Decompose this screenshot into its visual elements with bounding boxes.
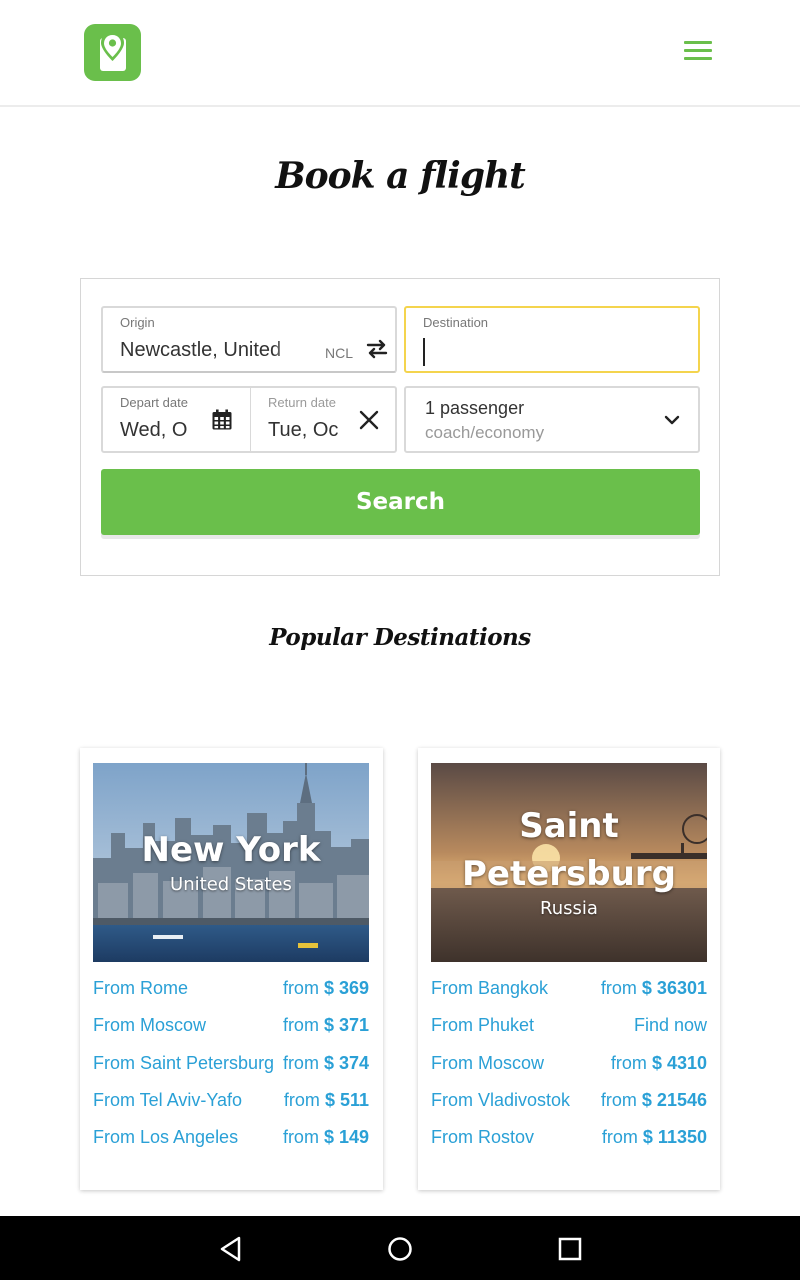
close-icon[interactable]	[358, 409, 380, 431]
route-origin[interactable]: From Vladivostok	[431, 1090, 611, 1111]
route-price[interactable]: Find now	[627, 1015, 707, 1037]
calendar-icon[interactable]	[211, 409, 233, 431]
back-icon[interactable]	[216, 1234, 246, 1264]
route-price[interactable]: from $ 371	[276, 1015, 369, 1037]
passengers-select[interactable]: 1 passenger coach/economy	[404, 386, 700, 453]
cabin-class: coach/economy	[425, 423, 545, 442]
depart-date-label: Depart date	[120, 395, 188, 410]
route-origin[interactable]: From Tel Aviv-Yafo	[93, 1090, 273, 1111]
route-price[interactable]: from $ 21546	[594, 1089, 707, 1111]
system-navigation-bar	[0, 1216, 800, 1280]
page-title: Book a flight	[275, 155, 526, 197]
route-origin[interactable]: From Saint Petersburg	[93, 1053, 273, 1074]
destination-city: New York	[141, 830, 321, 870]
depart-date-value[interactable]: Wed, O	[120, 419, 194, 442]
origin-label: Origin	[120, 315, 155, 330]
destination-field[interactable]: Destination	[404, 306, 700, 373]
route-item[interactable]: From Moscow from $ 371	[93, 1015, 369, 1052]
route-item[interactable]: From Moscow from $ 4310	[431, 1052, 707, 1090]
route-price[interactable]: from $ 11350	[595, 1127, 707, 1149]
header	[0, 0, 800, 107]
return-date-label: Return date	[268, 395, 336, 410]
passenger-count: 1 passenger	[425, 398, 525, 418]
route-price[interactable]: from $ 36301	[594, 978, 707, 999]
popular-destinations-title: Popular Destinations	[269, 624, 531, 651]
destination-label: Destination	[423, 315, 489, 330]
destination-photo-saint-petersburg: Saint Petersburg Russia	[431, 763, 707, 962]
return-date-value[interactable]: Tue, Oc	[268, 419, 344, 442]
text-cursor	[423, 338, 425, 366]
return-date-field[interactable]: Return date Tue, Oc	[250, 386, 397, 453]
destination-country: Russia	[540, 898, 598, 919]
chevron-down-icon	[664, 415, 680, 425]
route-origin[interactable]: From Bangkok	[431, 978, 611, 999]
route-price[interactable]: from $ 374	[276, 1052, 369, 1074]
page: Book a flight Origin Newcastle, United N…	[0, 0, 800, 1280]
route-price[interactable]: from $ 149	[276, 1127, 369, 1149]
route-origin[interactable]: From Moscow	[431, 1053, 611, 1074]
hamburger-menu-icon[interactable]	[684, 41, 714, 63]
destination-photo-new-york: New York United States	[93, 763, 369, 962]
route-price[interactable]: from $ 511	[277, 1089, 369, 1111]
route-price[interactable]: from $ 369	[276, 978, 369, 999]
route-list: From Rome from $ 369 From Moscow from $ …	[93, 978, 369, 1164]
route-item[interactable]: From Los Angeles from $ 149	[93, 1127, 369, 1164]
route-origin[interactable]: From Moscow	[93, 1015, 273, 1036]
route-item[interactable]: From Saint Petersburg from $ 374	[93, 1052, 369, 1090]
route-origin[interactable]: From Rome	[93, 978, 273, 999]
route-item[interactable]: From Rome from $ 369	[93, 978, 369, 1015]
route-price[interactable]: from $ 4310	[604, 1052, 707, 1074]
logo[interactable]	[84, 24, 141, 81]
destination-country: United States	[170, 874, 292, 895]
depart-date-field[interactable]: Depart date Wed, O	[101, 386, 251, 453]
route-list: From Bangkok from $ 36301 From Phuket Fi…	[431, 978, 707, 1164]
origin-field[interactable]: Origin Newcastle, United NCL	[101, 306, 397, 373]
route-item[interactable]: From Vladivostok from $ 21546	[431, 1089, 707, 1127]
route-item[interactable]: From Phuket Find now	[431, 1015, 707, 1052]
swap-arrows-icon[interactable]	[365, 338, 389, 360]
location-pin-logo-icon	[100, 32, 126, 71]
recent-apps-icon[interactable]	[555, 1234, 585, 1264]
route-origin[interactable]: From Phuket	[431, 1015, 611, 1036]
home-icon[interactable]	[385, 1234, 415, 1264]
route-item[interactable]: From Rostov from $ 11350	[431, 1127, 707, 1164]
search-button[interactable]: Search	[101, 469, 700, 535]
destination-card[interactable]: New York United States From Rome from $ …	[80, 748, 383, 1190]
route-item[interactable]: From Tel Aviv-Yafo from $ 511	[93, 1089, 369, 1127]
route-item[interactable]: From Bangkok from $ 36301	[431, 978, 707, 1015]
flight-search-form: Origin Newcastle, United NCL Destination…	[80, 278, 720, 576]
destination-card[interactable]: Saint Petersburg Russia From Bangkok fro…	[418, 748, 720, 1190]
destination-city: Saint Petersburg	[462, 806, 676, 894]
origin-iata-code: NCL	[325, 345, 354, 361]
text-fade	[273, 336, 301, 366]
route-origin[interactable]: From Los Angeles	[93, 1127, 273, 1148]
route-origin[interactable]: From Rostov	[431, 1127, 611, 1148]
